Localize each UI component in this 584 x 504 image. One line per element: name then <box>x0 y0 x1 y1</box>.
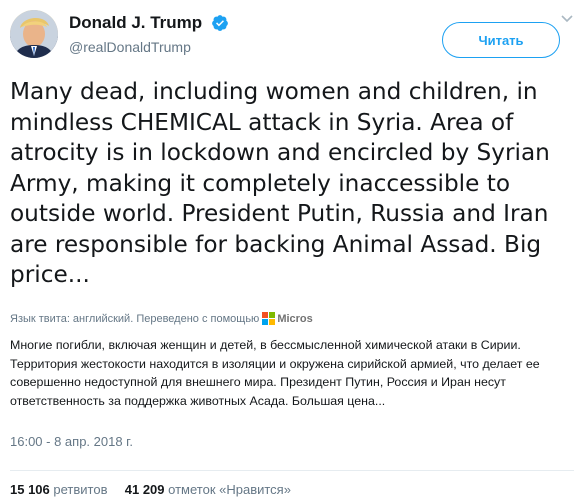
verified-badge-icon <box>212 14 229 31</box>
retweets-count: 15 106 <box>10 482 50 497</box>
tweet-timestamp[interactable]: 16:00 - 8 апр. 2018 г. <box>10 434 133 449</box>
tweet-stats: 15 106 ретвитов 41 209 отметок «Нравится… <box>10 482 291 497</box>
microsoft-logo-icon[interactable] <box>262 312 276 325</box>
avatar[interactable] <box>10 10 58 58</box>
translation-info: Язык твита: английский. Переведено с пом… <box>10 312 313 325</box>
user-info: Donald J. Trump @realDonaldTrump <box>69 12 229 55</box>
translation-provider[interactable]: Micros <box>277 313 312 325</box>
profile-photo-icon <box>10 10 58 58</box>
divider <box>10 470 574 471</box>
tweet-header: Donald J. Trump @realDonaldTrump Читать <box>10 10 574 66</box>
translated-tweet-text: Многие погибли, включая женщин и детей, … <box>10 338 540 408</box>
translation-language-label: Язык твита: английский. Переведено с пом… <box>10 312 260 325</box>
retweets-label: ретвитов <box>53 482 108 497</box>
chevron-down-icon[interactable] <box>560 12 574 26</box>
follow-button[interactable]: Читать <box>442 22 560 58</box>
tweet-text: Many dead, including women and children,… <box>10 78 550 288</box>
retweets-stat[interactable]: 15 106 ретвитов <box>10 482 111 497</box>
likes-stat[interactable]: 41 209 отметок «Нравится» <box>125 482 291 497</box>
user-handle[interactable]: @realDonaldTrump <box>69 39 229 55</box>
likes-label: отметок «Нравится» <box>168 482 291 497</box>
likes-count: 41 209 <box>124 482 165 497</box>
display-name[interactable]: Donald J. Trump <box>69 13 202 33</box>
